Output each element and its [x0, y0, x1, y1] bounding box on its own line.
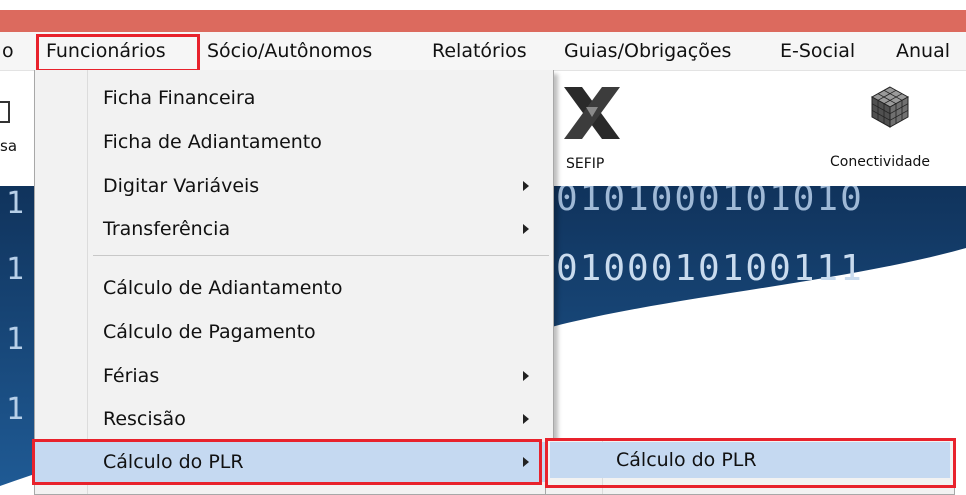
menu-bar: o Funcionários Sócio/Autônomos Relatório… [0, 32, 966, 71]
menu-anual[interactable]: Anual [896, 32, 950, 70]
menu-item-rescisao[interactable]: Rescisão [35, 401, 553, 437]
cube-icon [870, 86, 910, 128]
menu-item-label: Digitar Variáveis [103, 175, 260, 197]
menu-socio-autonomos[interactable]: Sócio/Autônomos [207, 32, 372, 70]
conectividade-label: Conectividade [830, 154, 931, 170]
binary-left-3: 1 [6, 322, 27, 357]
title-bar [0, 10, 966, 32]
menu-guias-obrigacoes[interactable]: Guias/Obrigações [564, 32, 731, 70]
menu-item-label: Transferência [103, 218, 231, 240]
binary-left-4: 1 [6, 392, 27, 427]
partial-toolbar-label: sa [0, 137, 18, 155]
menu-item-label: Ficha Financeira [103, 87, 256, 109]
menu-item-calculo-adiantamento[interactable]: Cálculo de Adiantamento [35, 270, 553, 306]
partial-toolbar-icon[interactable] [0, 101, 10, 123]
menu-separator [93, 255, 549, 256]
submenu-arrow-icon [523, 181, 529, 191]
binary-row-2: 0100010100111 [556, 248, 864, 289]
funcionarios-dropdown: Ficha Financeira Ficha de Adiantamento D… [34, 70, 554, 495]
menu-item-label: Ficha de Adiantamento [103, 131, 322, 153]
menu-item-ferias[interactable]: Férias [35, 358, 553, 394]
submenu-item-calculo-plr[interactable]: Cálculo do PLR [550, 442, 950, 478]
menu-item-ficha-financeira[interactable]: Ficha Financeira [35, 80, 553, 116]
menu-item-label: Rescisão [103, 408, 186, 430]
menu-item-ficha-adiantamento[interactable]: Ficha de Adiantamento [35, 124, 553, 160]
submenu-arrow-icon [523, 414, 529, 424]
submenu-item-label: Cálculo do PLR [616, 449, 757, 471]
binary-left-2: 1 [6, 252, 27, 287]
menu-e-social[interactable]: E-Social [780, 32, 855, 70]
menu-item-calculo-pagamento[interactable]: Cálculo de Pagamento [35, 314, 553, 350]
submenu-arrow-icon [523, 224, 529, 234]
plr-submenu: Cálculo do PLR [545, 438, 955, 495]
submenu-arrow-icon [523, 371, 529, 381]
menu-relatorios[interactable]: Relatórios [432, 32, 527, 70]
menu-item-label: Férias [103, 365, 160, 387]
menu-item-digitar-variaveis[interactable]: Digitar Variáveis [35, 168, 553, 204]
menu-partial-item[interactable]: o [2, 32, 14, 70]
binary-row-1: 0101000101010 [556, 186, 864, 219]
menu-funcionarios[interactable]: Funcionários [46, 32, 166, 70]
menu-item-transferencia[interactable]: Transferência [35, 211, 553, 247]
menu-item-label: Cálculo do PLR [103, 451, 244, 473]
binary-left-1: 1 [6, 186, 27, 221]
menu-item-label: Cálculo de Pagamento [103, 321, 316, 343]
menu-item-calculo-plr[interactable]: Cálculo do PLR [35, 442, 553, 482]
sefip-button[interactable]: SEFIP [556, 79, 636, 187]
menu-item-label: Cálculo de Adiantamento [103, 277, 343, 299]
top-strip [0, 0, 966, 10]
sefip-label: SEFIP [566, 156, 605, 172]
submenu-arrow-icon [523, 457, 529, 467]
sefip-x-icon [564, 87, 620, 139]
conectividade-button[interactable]: Conectividade [826, 79, 966, 187]
